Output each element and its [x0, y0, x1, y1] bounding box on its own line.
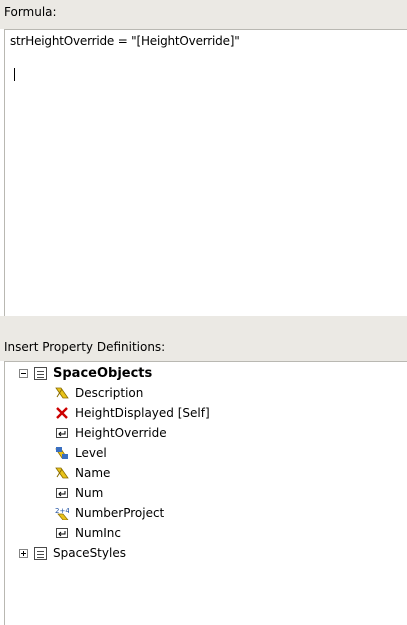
tree-item-label: HeightDisplayed [Self] — [75, 406, 210, 420]
tree-item-heightdisplayed[interactable]: HeightDisplayed [Self] — [55, 404, 210, 422]
tree-item-numberproject[interactable]: 2+4 NumberProject — [55, 504, 164, 522]
collapse-icon[interactable] — [19, 368, 28, 378]
tree-item-label: Name — [75, 466, 111, 480]
text-caret — [14, 68, 15, 81]
text-property-icon — [55, 466, 69, 480]
property-tree[interactable]: SpaceObjects Description HeightDisplayed… — [4, 361, 407, 625]
text-property-icon — [55, 386, 69, 400]
property-set-icon — [34, 546, 47, 560]
tree-item-numinc[interactable]: NumInc — [55, 524, 121, 542]
tree-item-heightoverride[interactable]: HeightOverride — [55, 424, 167, 442]
manual-property-icon — [55, 486, 69, 500]
property-set-icon — [34, 366, 47, 380]
tree-item-num[interactable]: Num — [55, 484, 103, 502]
formula-header: Formula: — [0, 0, 407, 29]
tree-node-spacestyles[interactable]: SpaceStyles — [19, 544, 126, 562]
tree-item-label: NumInc — [75, 526, 122, 540]
tree-node-label: SpaceObjects — [53, 365, 153, 381]
manual-property-icon — [55, 426, 69, 440]
formula-text[interactable]: strHeightOverride = "[HeightOverride]" — [10, 34, 240, 48]
red-x-icon — [55, 406, 69, 420]
insert-header: Insert Property Definitions: — [0, 316, 407, 361]
tree-item-label: Description — [75, 386, 144, 400]
tree-item-label: Num — [75, 486, 104, 500]
location-property-icon — [55, 446, 69, 460]
tree-item-label: NumberProject — [75, 506, 165, 520]
formula-label: Formula: — [4, 5, 57, 19]
auto-increment-icon: 2+4 — [55, 506, 69, 520]
formula-editor[interactable]: strHeightOverride = "[HeightOverride]" — [4, 29, 407, 316]
tree-item-label: Level — [75, 446, 107, 460]
tree-node-spaceobjects[interactable]: SpaceObjects — [19, 364, 152, 382]
tree-node-label: SpaceStyles — [53, 546, 126, 560]
tree-item-level[interactable]: Level — [55, 444, 107, 462]
tree-item-name[interactable]: Name — [55, 464, 110, 482]
insert-property-label: Insert Property Definitions: — [4, 340, 166, 354]
tree-item-description[interactable]: Description — [55, 384, 143, 402]
expand-icon[interactable] — [19, 548, 28, 558]
tree-item-label: HeightOverride — [75, 426, 167, 440]
manual-property-icon — [55, 526, 69, 540]
